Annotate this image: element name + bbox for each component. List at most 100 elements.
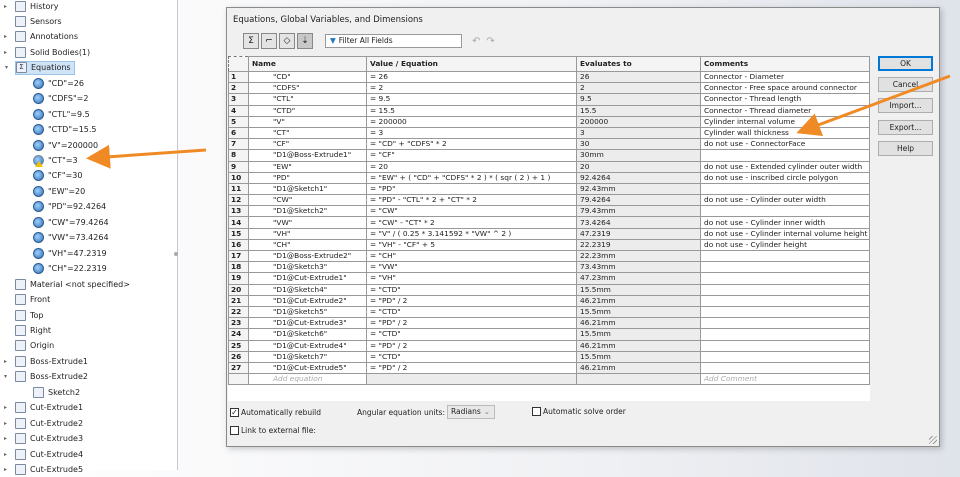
value-cell[interactable]: = "V" / ( 0.25 * 3.141592 * "VW" ^ 2 ) — [366, 227, 577, 240]
tree-item[interactable]: "CDFS"=2 — [33, 92, 88, 106]
table-row[interactable]: 19 "D1@Cut-Extrude1" = "VH" 47.23mm — [228, 272, 870, 285]
name-cell[interactable]: "D1@Cut-Extrude5" — [248, 361, 367, 375]
tree-item[interactable]: "CT"=3 — [33, 154, 78, 168]
row-number[interactable]: 16 — [228, 238, 249, 252]
tree-item[interactable]: ▾ Σ Equations — [5, 60, 75, 75]
row-number[interactable]: 22 — [228, 305, 249, 319]
tree-item[interactable]: Top — [15, 308, 44, 322]
row-number[interactable]: 5 — [228, 115, 249, 128]
tree-item[interactable]: ▸ Cut-Extrude1 — [4, 401, 83, 415]
table-row[interactable]: 2 "CDFS" = 2 2 Connector - Free space around… — [228, 82, 870, 95]
row-number[interactable]: 25 — [228, 339, 249, 352]
table-row[interactable]: 11 "D1@Sketch1" = "PD" 92.43mm — [228, 182, 870, 196]
table-row[interactable]: 20 "D1@Sketch4" = "CTD" 15.5mm — [228, 283, 870, 296]
tree-item[interactable]: ▸ Cut-Extrude4 — [4, 447, 83, 461]
row-number[interactable]: 17 — [228, 249, 249, 263]
comment-cell[interactable] — [700, 294, 870, 307]
table-row[interactable]: 24 "D1@Sketch6" = "CTD" 15.5mm — [228, 328, 870, 341]
comment-cell[interactable] — [700, 272, 870, 285]
row-number[interactable]: 11 — [228, 182, 249, 196]
row-number[interactable]: 6 — [228, 126, 249, 140]
comment-cell[interactable]: do not use - inscribed circle polygon — [700, 171, 870, 184]
table-row[interactable]: 4 "CTD" = 15.5 15.5 Connector - Thread diame… — [228, 104, 870, 117]
name-cell[interactable]: "D1@Boss-Extrude2" — [248, 249, 367, 263]
value-cell[interactable]: = "CW" — [366, 205, 577, 218]
row-number[interactable]: 14 — [228, 216, 249, 229]
comment-cell[interactable]: Cylinder wall thickness — [700, 126, 870, 140]
table-row[interactable]: 15 "VH" = "V" / ( 0.25 * 3.141592 * "VW" ^… — [228, 227, 870, 240]
angular-units-select[interactable]: Radians ⌄ — [447, 405, 495, 419]
value-cell[interactable]: = 20 — [366, 160, 577, 173]
comment-cell[interactable]: do not use - Extended cylinder outer wid… — [700, 160, 870, 173]
value-cell[interactable]: = "PD" / 2 — [366, 294, 577, 307]
comment-cell[interactable] — [700, 350, 870, 363]
checkbox-box[interactable]: ✓ — [230, 408, 239, 417]
expander-icon[interactable]: ▸ — [4, 3, 7, 10]
table-row[interactable]: 1 "CD" = 26 26 Connector - Diameter — [228, 70, 870, 84]
value-cell[interactable]: = "PD" - "CTL" * 2 + "CT" * 2 — [366, 194, 577, 207]
table-row[interactable]: 7 "CF" = "CD" + "CDFS" * 2 30 do not use - C… — [228, 138, 870, 151]
name-cell[interactable]: "D1@Boss-Extrude1" — [248, 149, 367, 162]
filter-input[interactable]: ▼ Filter All Fields — [325, 34, 462, 48]
value-cell[interactable]: = "CTD" — [366, 305, 577, 319]
undo-icon[interactable]: ↶ — [472, 36, 480, 47]
tree-item[interactable]: ▸ Cut-Extrude3 — [4, 432, 83, 446]
tree-item[interactable]: ▸ Solid Bodies(1) — [4, 45, 90, 59]
table-row[interactable]: 26 "D1@Sketch7" = "CTD" 15.5mm — [228, 350, 870, 363]
comment-cell[interactable]: Connector - Thread length — [700, 93, 870, 106]
checkbox-box[interactable] — [532, 407, 541, 416]
comment-cell[interactable]: Connector - Thread diameter — [700, 104, 870, 117]
sketch-equation-view-icon[interactable]: ⌐ — [261, 33, 277, 49]
table-row[interactable]: 21 "D1@Cut-Extrude2" = "PD" / 2 46.21mm — [228, 294, 870, 307]
row-number[interactable]: 4 — [228, 104, 249, 117]
tree-item[interactable]: "CF"=30 — [33, 169, 82, 183]
table-row[interactable]: 18 "D1@Sketch3" = "VW" 73.43mm — [228, 261, 870, 274]
row-number[interactable]: 3 — [228, 93, 249, 106]
table-row[interactable]: 5 "V" = 200000 200000 Cylinder internal volu… — [228, 115, 870, 128]
comment-cell[interactable] — [700, 261, 870, 274]
value-cell[interactable]: = 2 — [366, 82, 577, 95]
value-cell[interactable]: = "PD" / 2 — [366, 339, 577, 352]
value-cell[interactable]: = "VH" — [366, 272, 577, 285]
comment-cell[interactable]: do not use - Cylinder inner width — [700, 216, 870, 229]
help-button[interactable]: Help — [878, 141, 933, 156]
table-row[interactable]: 17 "D1@Boss-Extrude2" = "CH" 22.23mm — [228, 249, 870, 263]
comment-cell[interactable]: Connector - Free space around connector — [700, 82, 870, 95]
value-cell[interactable]: = "CTD" — [366, 350, 577, 363]
tree-item[interactable]: ▸ Boss-Extrude1 — [4, 354, 88, 368]
table-row[interactable]: 16 "CH" = "VH" - "CF" + 5 22.2319 do not use… — [228, 238, 870, 252]
row-number[interactable]: 24 — [228, 328, 249, 341]
row-number[interactable]: 13 — [228, 205, 249, 218]
comment-cell[interactable] — [700, 149, 870, 162]
comment-cell[interactable]: do not use - Cylinder outer width — [700, 194, 870, 207]
comment-cell[interactable] — [700, 328, 870, 341]
redo-icon[interactable]: ↷ — [486, 36, 494, 47]
table-row[interactable]: 8 "D1@Boss-Extrude1" = "CF" 30mm — [228, 149, 870, 162]
value-cell[interactable]: = "CW" - "CT" * 2 — [366, 216, 577, 229]
name-cell[interactable]: "D1@Sketch3" — [248, 261, 367, 274]
value-cell[interactable]: = "PD" — [366, 182, 577, 196]
row-number[interactable]: 10 — [228, 171, 249, 184]
table-row[interactable]: 13 "D1@Sketch2" = "CW" 79.43mm — [228, 205, 870, 218]
export-button[interactable]: Export... — [878, 120, 933, 135]
name-cell[interactable]: "CF" — [248, 138, 367, 151]
value-cell[interactable]: = "CTD" — [366, 328, 577, 341]
tree-item[interactable]: Sketch2 — [33, 385, 80, 399]
name-cell[interactable]: "CW" — [248, 194, 367, 207]
name-cell[interactable]: "VH" — [248, 227, 367, 240]
expander-icon[interactable]: ▸ — [4, 49, 7, 56]
name-cell[interactable]: "D1@Cut-Extrude1" — [248, 272, 367, 285]
name-cell[interactable]: "CD" — [248, 70, 367, 84]
comment-cell[interactable]: Cylinder internal volume — [700, 115, 870, 128]
row-number[interactable]: 23 — [228, 317, 249, 330]
tree-item[interactable]: ▸ Cut-Extrude2 — [4, 416, 83, 430]
name-cell[interactable]: "D1@Cut-Extrude4" — [248, 339, 367, 352]
expander-icon[interactable]: ▸ — [4, 358, 7, 365]
tree-item[interactable]: ▾ Boss-Extrude2 — [4, 370, 88, 384]
row-number[interactable]: 15 — [228, 227, 249, 240]
equation-view-icon[interactable]: Σ — [243, 33, 259, 49]
auto-rebuild-checkbox[interactable]: ✓ Automatically rebuild — [230, 408, 321, 417]
comment-cell[interactable]: Connector - Diameter — [700, 70, 870, 84]
comment-cell[interactable] — [700, 317, 870, 330]
resize-grip[interactable] — [929, 436, 937, 444]
